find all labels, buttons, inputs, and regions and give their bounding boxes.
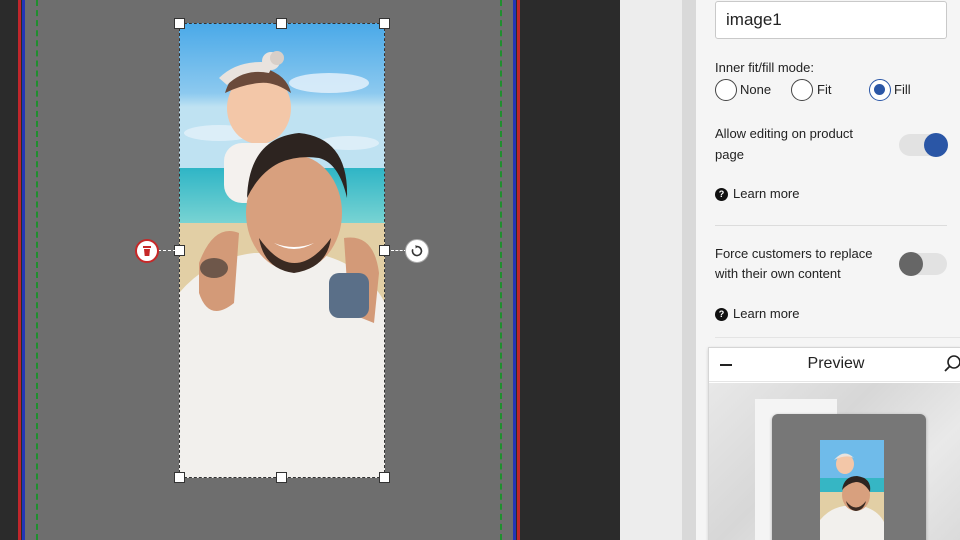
bleed-line-left (18, 0, 21, 540)
help-icon: ? (715, 188, 728, 201)
resize-handle-bottom-right[interactable] (379, 472, 390, 483)
allow-editing-label-line1: Allow editing on product (715, 126, 854, 141)
preview-photo-illustration (820, 440, 884, 540)
radio-fit-label[interactable]: Fit (817, 82, 831, 97)
allow-editing-label-line2: page (715, 147, 744, 162)
element-name-input[interactable] (715, 1, 947, 39)
help-icon: ? (715, 308, 728, 321)
preview-scene (709, 383, 960, 540)
force-replace-label-line2: with their own content (715, 266, 841, 281)
learn-more-link-editing[interactable]: Learn more (733, 186, 799, 201)
radio-fill-label[interactable]: Fill (894, 82, 911, 97)
fit-mode-label: Inner fit/fill mode: (715, 60, 814, 75)
delete-connector (158, 250, 176, 251)
preview-card: Preview (708, 347, 960, 540)
image-element[interactable] (179, 23, 385, 478)
photo-illustration (179, 23, 385, 478)
radio-none[interactable] (715, 79, 737, 101)
trash-icon (143, 246, 151, 256)
radio-fill[interactable] (869, 79, 891, 101)
resize-handle-top-right[interactable] (379, 18, 390, 29)
force-replace-toggle[interactable] (899, 252, 947, 276)
force-replace-label-line1: Force customers to replace (715, 246, 873, 261)
search-icon[interactable] (943, 354, 960, 374)
toggle-knob (899, 252, 923, 276)
toggle-knob (924, 133, 948, 157)
radio-fit[interactable] (791, 79, 813, 101)
section-divider (715, 337, 960, 338)
preview-photo (820, 440, 884, 540)
trim-line-left (22, 0, 25, 540)
resize-handle-bottom[interactable] (276, 472, 287, 483)
resize-handle-top[interactable] (276, 18, 287, 29)
preview-title: Preview (807, 355, 865, 372)
radio-none-label[interactable]: None (740, 82, 771, 97)
bleed-line-right (517, 0, 520, 540)
safe-area-line-right (500, 0, 502, 540)
trim-line-right (513, 0, 516, 540)
preview-header: Preview (709, 348, 960, 382)
properties-panel: Inner fit/fill mode: None Fit Fill Allow… (696, 0, 960, 540)
panel-scroll-gutter[interactable] (682, 0, 696, 540)
editor-root: Inner fit/fill mode: None Fit Fill Allow… (0, 0, 960, 540)
learn-more-link-replace[interactable]: Learn more (733, 306, 799, 321)
resize-handle-top-left[interactable] (174, 18, 185, 29)
rotate-icon (411, 245, 423, 257)
allow-editing-toggle[interactable] (899, 133, 948, 157)
resize-handle-bottom-left[interactable] (174, 472, 185, 483)
canvas-panel-gap (620, 0, 682, 540)
section-divider (715, 225, 947, 226)
delete-element-button[interactable] (135, 239, 159, 263)
safe-area-line-left (36, 0, 38, 540)
rotate-element-button[interactable] (405, 239, 429, 263)
resize-handle-right[interactable] (379, 245, 390, 256)
